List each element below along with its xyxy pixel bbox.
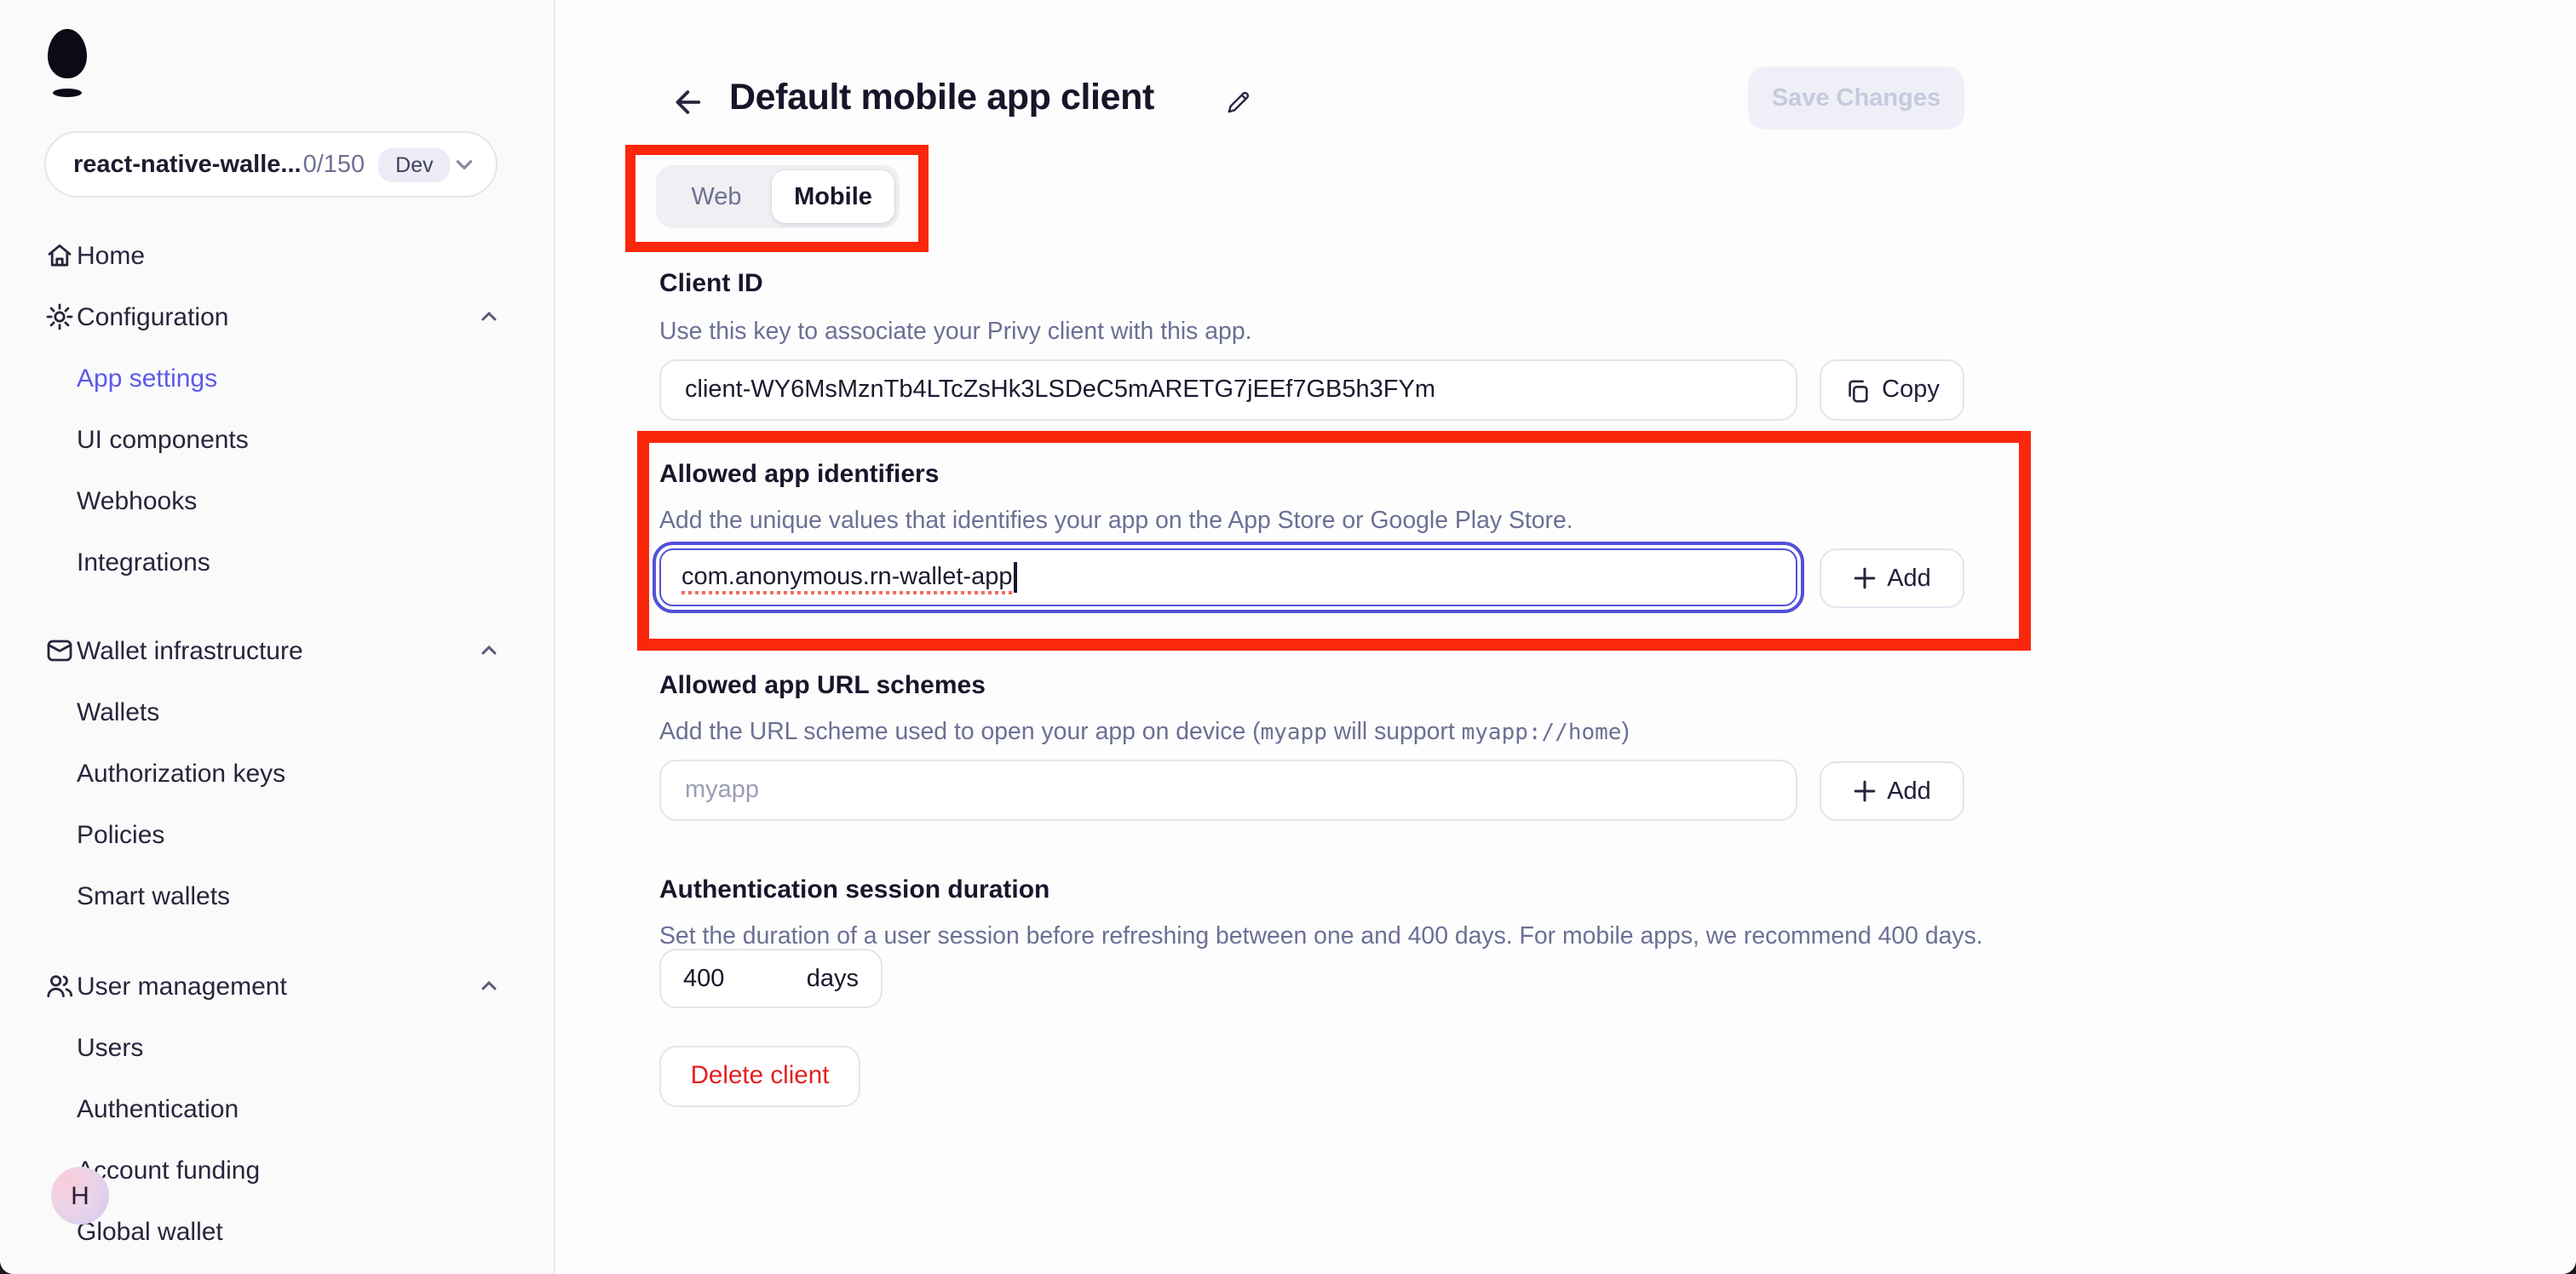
sidebar-item-label: Authentication — [77, 1094, 239, 1123]
app-identifiers-label: Allowed app identifiers — [659, 460, 939, 489]
sidebar-item-label: Authorization keys — [77, 759, 285, 788]
plus-icon — [1853, 780, 1875, 802]
app-identifier-value: com.anonymous.rn-wallet-app — [681, 564, 1012, 591]
sidebar-item-label: Home — [77, 241, 145, 270]
users-icon — [44, 971, 77, 1001]
sidebar-item-authorization-keys[interactable]: Authorization keys — [0, 743, 554, 804]
chevron-down-icon — [453, 153, 475, 175]
chevron-up-icon[interactable] — [479, 640, 499, 661]
sidebar-nav: Home Configuration App settings UI compo… — [0, 225, 554, 1262]
session-duration-description: Set the duration of a user session befor… — [659, 923, 1983, 950]
sidebar-item-ui-components[interactable]: UI components — [0, 409, 554, 470]
save-changes-button[interactable]: Save Changes — [1748, 66, 1964, 129]
app-identifier-input-focus-ring: com.anonymous.rn-wallet-app — [653, 542, 1804, 613]
sidebar-item-webhooks[interactable]: Webhooks — [0, 470, 554, 531]
sidebar-item-label: Webhooks — [77, 486, 197, 515]
user-avatar[interactable]: H — [51, 1167, 109, 1225]
back-button[interactable] — [668, 83, 705, 121]
url-schemes-label: Allowed app URL schemes — [659, 671, 986, 700]
sidebar-item-user-management[interactable]: User management — [0, 956, 554, 1017]
app-identifier-input[interactable]: com.anonymous.rn-wallet-app — [659, 548, 1797, 606]
client-id-label: Client ID — [659, 269, 763, 298]
privy-logo — [48, 29, 87, 78]
desc-mono: myapp://home — [1462, 720, 1622, 746]
session-duration-field: days — [659, 949, 883, 1008]
sidebar-item-label: UI components — [77, 425, 249, 454]
platform-tabs: Web Mobile — [656, 165, 900, 228]
url-schemes-description: Add the URL scheme used to open your app… — [659, 719, 1630, 746]
chevron-up-icon[interactable] — [479, 307, 499, 327]
privy-logo-dot — [53, 89, 82, 97]
gear-icon — [44, 301, 77, 332]
sidebar-item-label: App settings — [77, 364, 217, 393]
desc-text: ) — [1621, 719, 1629, 746]
client-id-description: Use this key to associate your Privy cli… — [659, 318, 1252, 346]
sidebar-item-home[interactable]: Home — [0, 225, 554, 286]
sidebar-item-smart-wallets[interactable]: Smart wallets — [0, 865, 554, 927]
delete-client-button[interactable]: Delete client — [659, 1046, 860, 1107]
add-identifier-button[interactable]: Add — [1820, 548, 1964, 608]
wallet-icon — [44, 635, 77, 666]
page-title: Default mobile app client — [729, 77, 1154, 119]
project-usage: 0/150 — [303, 151, 365, 178]
app-identifiers-description: Add the unique values that identifies yo… — [659, 508, 1573, 535]
copy-button[interactable]: Copy — [1820, 359, 1964, 421]
sidebar-item-wallets[interactable]: Wallets — [0, 681, 554, 743]
add-label: Add — [1887, 778, 1931, 805]
sidebar-item-label: Smart wallets — [77, 881, 230, 910]
sidebar-item-policies[interactable]: Policies — [0, 804, 554, 865]
sidebar-item-integrations[interactable]: Integrations — [0, 531, 554, 593]
session-duration-unit: days — [807, 965, 859, 992]
project-selector[interactable]: react-native-walle... 0/150 Dev — [44, 131, 497, 198]
home-icon — [44, 240, 77, 271]
sidebar-item-users[interactable]: Users — [0, 1017, 554, 1078]
tab-mobile[interactable]: Mobile — [772, 170, 894, 223]
sidebar-item-label: Wallets — [77, 697, 159, 726]
project-name: react-native-walle... — [73, 151, 302, 178]
add-label: Add — [1887, 565, 1931, 592]
edit-pencil-icon[interactable] — [1223, 87, 1254, 118]
client-id-input[interactable] — [659, 359, 1797, 421]
desc-text: will support — [1327, 719, 1462, 746]
url-scheme-input[interactable] — [659, 760, 1797, 821]
copy-icon — [1844, 377, 1870, 403]
session-duration-input[interactable] — [683, 965, 785, 992]
app-window: react-native-walle... 0/150 Dev Home Con… — [0, 0, 2576, 1274]
sidebar-item-label: Wallet infrastructure — [77, 636, 303, 665]
sidebar-item-label: Configuration — [77, 302, 228, 331]
copy-label: Copy — [1882, 376, 1940, 404]
sidebar-item-label: Policies — [77, 820, 164, 849]
sidebar-item-wallet-infrastructure[interactable]: Wallet infrastructure — [0, 620, 554, 681]
sidebar-item-label: Integrations — [77, 548, 210, 577]
sidebar-item-label: User management — [77, 972, 287, 1001]
text-caret — [1014, 562, 1016, 593]
sidebar: react-native-walle... 0/150 Dev Home Con… — [0, 0, 555, 1274]
sidebar-item-authentication[interactable]: Authentication — [0, 1078, 554, 1139]
sidebar-item-configuration[interactable]: Configuration — [0, 286, 554, 347]
desc-mono: myapp — [1261, 720, 1327, 746]
session-duration-label: Authentication session duration — [659, 875, 1049, 904]
sidebar-item-label: Global wallet — [77, 1217, 223, 1246]
env-badge: Dev — [378, 147, 450, 181]
add-url-scheme-button[interactable]: Add — [1820, 761, 1964, 821]
chevron-up-icon[interactable] — [479, 976, 499, 996]
tab-web[interactable]: Web — [661, 183, 772, 210]
main-content: Default mobile app client Save Changes W… — [555, 0, 2576, 1274]
plus-icon — [1853, 567, 1875, 589]
desc-text: Add the URL scheme used to open your app… — [659, 719, 1261, 746]
sidebar-item-app-settings[interactable]: App settings — [0, 347, 554, 409]
sidebar-item-label: Users — [77, 1033, 143, 1062]
